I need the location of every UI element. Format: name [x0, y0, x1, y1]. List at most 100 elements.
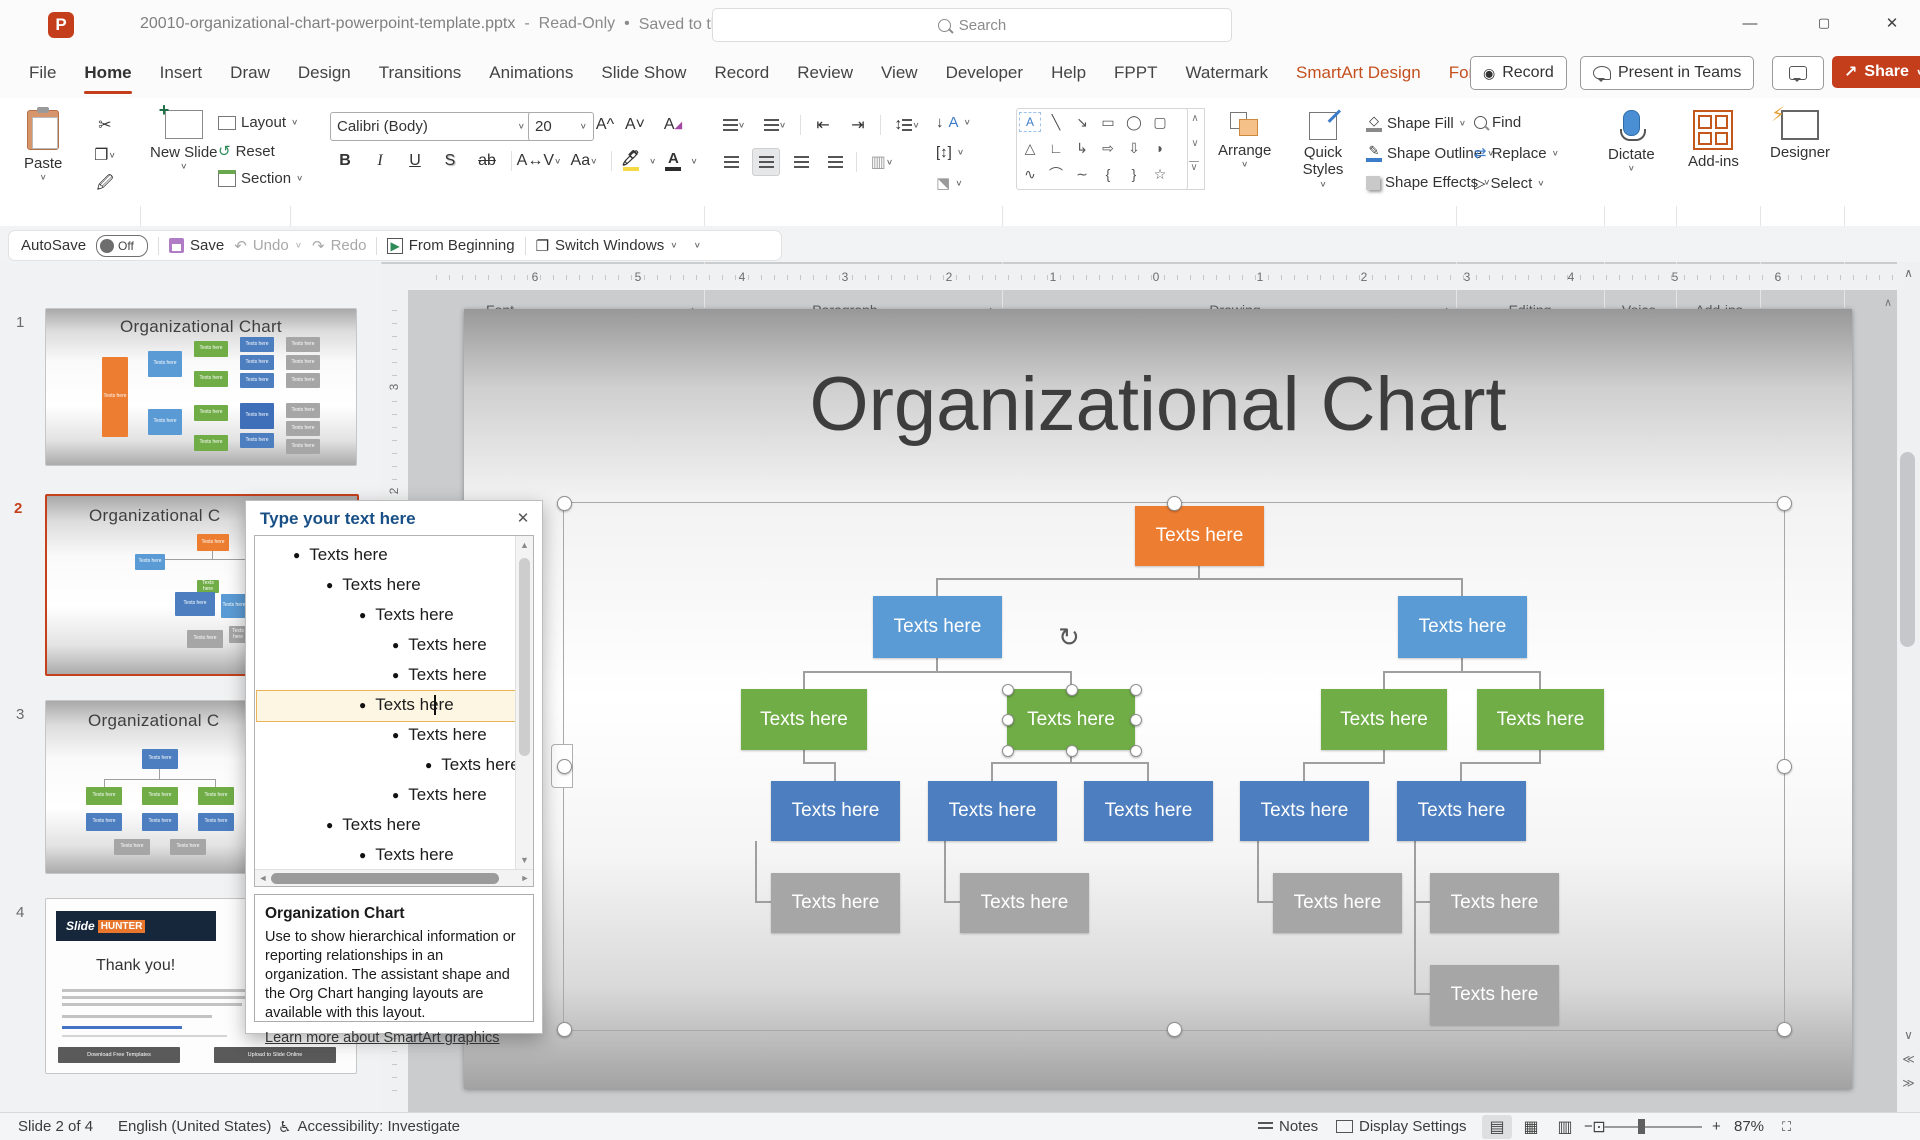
from-beginning-button[interactable]: ▶From Beginning	[387, 237, 514, 254]
org-node-l4-1[interactable]: Texts here	[771, 781, 900, 841]
minimize-button[interactable]: —	[1726, 0, 1774, 46]
selection-handle[interactable]	[557, 496, 572, 511]
text-pane-item[interactable]: ●Texts here	[359, 600, 454, 630]
org-node-l5-4[interactable]: Texts here	[1430, 873, 1559, 933]
scroll-left-icon[interactable]: ◄	[258, 873, 268, 883]
smartart-selection-frame[interactable]	[563, 502, 1785, 1031]
share-button[interactable]: ↗ Share ∨	[1832, 56, 1920, 88]
rounded-rectangle-shape-icon[interactable]: ▢	[1147, 110, 1173, 134]
text-shadow-button[interactable]: S	[437, 148, 463, 174]
zoom-slider-thumb[interactable]	[1638, 1119, 1645, 1134]
tab-watermark[interactable]: Watermark	[1172, 48, 1281, 98]
close-button[interactable]: ✕	[1868, 0, 1916, 46]
text-pane-horizontal-scrollbar[interactable]: ◄ ►	[255, 869, 533, 886]
save-button[interactable]: Save	[169, 237, 224, 254]
zoom-out-button[interactable]: −	[1584, 1113, 1593, 1140]
text-pane-item[interactable]: ●Texts here	[392, 630, 487, 660]
align-right-button[interactable]	[788, 149, 814, 175]
shape-handle[interactable]	[1130, 745, 1142, 757]
zoom-slider-track[interactable]	[1604, 1126, 1702, 1128]
down-arrow-shape-icon[interactable]: ⇩	[1121, 136, 1147, 160]
rotate-handle-icon[interactable]: ↻	[1058, 622, 1080, 653]
cut-button[interactable]: ✂	[92, 112, 118, 138]
right-brace-shape-icon[interactable]: }	[1121, 162, 1147, 186]
scroll-down-icon[interactable]: ∨	[1897, 1028, 1920, 1042]
line-spacing-button[interactable]: ↕∨	[890, 112, 924, 138]
convert-smartart-button[interactable]: ⬔∨	[936, 174, 963, 192]
decrease-font-size-button[interactable]: A˅	[622, 112, 648, 138]
redo-button[interactable]: ↷Redo	[312, 237, 366, 255]
tab-animations[interactable]: Animations	[476, 48, 586, 98]
selection-handle[interactable]	[557, 1022, 572, 1037]
curve-shape-icon[interactable]: ∼	[1069, 162, 1095, 186]
clear-formatting-button[interactable]: A◢	[660, 112, 686, 138]
justify-button[interactable]	[822, 149, 848, 175]
text-pane-item[interactable]: ●Texts here	[392, 720, 487, 750]
replace-button[interactable]: ⇄ Replace∨	[1474, 144, 1559, 162]
callout-shape-icon[interactable]: ◗	[1147, 136, 1173, 160]
scrollbar-thumb[interactable]	[1900, 452, 1915, 647]
strikethrough-button[interactable]: ab	[472, 148, 502, 174]
font-size-select[interactable]: 20∨	[528, 112, 594, 141]
selection-handle[interactable]	[1777, 1022, 1792, 1037]
org-node-l2-right[interactable]: Texts here	[1398, 596, 1527, 658]
left-brace-shape-icon[interactable]: {	[1095, 162, 1121, 186]
record-button[interactable]: ◉ Record	[1470, 56, 1567, 90]
layout-button[interactable]: Layout∨	[218, 114, 298, 131]
font-name-select[interactable]: Calibri (Body)∨	[330, 112, 532, 141]
text-pane-close-icon[interactable]: ✕	[510, 506, 536, 530]
tab-design[interactable]: Design	[285, 48, 364, 98]
org-node-l3-2-selected[interactable]: Texts here	[1007, 689, 1135, 750]
shapes-gallery-scroll[interactable]: ∧∨∨	[1186, 108, 1205, 190]
language-status[interactable]: English (United States)	[118, 1113, 271, 1140]
org-node-l5-1[interactable]: Texts here	[771, 873, 900, 933]
text-pane-vertical-scrollbar[interactable]: ▲ ▼	[515, 536, 533, 869]
dictate-button[interactable]: Dictate ∨	[1608, 110, 1655, 175]
find-button[interactable]: Find	[1474, 114, 1521, 131]
align-text-button[interactable]: [↕]∨	[936, 144, 964, 161]
section-button[interactable]: Section∨	[218, 170, 303, 187]
shape-handle[interactable]	[1002, 684, 1014, 696]
vertical-scrollbar[interactable]: ∧ ∨ ≪ ≫	[1897, 262, 1920, 1112]
tab-slide-show[interactable]: Slide Show	[588, 48, 699, 98]
accessibility-status[interactable]: ♿ Accessibility: Investigate	[278, 1113, 460, 1140]
tab-insert[interactable]: Insert	[147, 48, 216, 98]
increase-font-size-button[interactable]: A^	[592, 112, 618, 138]
text-pane-item[interactable]: ●Texts here	[326, 810, 421, 840]
addins-button[interactable]: Add-ins	[1688, 110, 1739, 170]
scroll-down-icon[interactable]: ▼	[516, 855, 533, 865]
decrease-indent-button[interactable]: ⇤	[810, 112, 836, 138]
org-node-l5-2[interactable]: Texts here	[960, 873, 1089, 933]
previous-slide-icon[interactable]: ≪	[1897, 1052, 1920, 1066]
org-node-l4-5[interactable]: Texts here	[1397, 781, 1526, 841]
tab-smartart-design[interactable]: SmartArt Design	[1283, 48, 1434, 98]
selection-handle[interactable]	[1777, 496, 1792, 511]
org-node-l3-4[interactable]: Texts here	[1477, 689, 1604, 750]
slide-counter[interactable]: Slide 2 of 4	[18, 1113, 93, 1140]
scroll-up-icon[interactable]: ▲	[516, 540, 533, 550]
numbering-button[interactable]: ∨	[759, 112, 791, 138]
shape-effects-button[interactable]: Shape Effects∨	[1366, 174, 1490, 191]
text-pane-item[interactable]: ●Texts here	[392, 780, 487, 810]
zoom-level[interactable]: 87%	[1734, 1113, 1764, 1140]
align-left-button[interactable]	[718, 149, 744, 175]
scrollbar-thumb[interactable]	[519, 558, 530, 756]
qat-overflow-icon[interactable]: ∨	[694, 241, 701, 250]
font-color-button[interactable]: A	[665, 151, 681, 171]
tab-draw[interactable]: Draw	[217, 48, 283, 98]
display-settings-button[interactable]: Display Settings	[1336, 1113, 1467, 1140]
rectangle-shape-icon[interactable]: ▭	[1095, 110, 1121, 134]
change-case-button[interactable]: Aa∨	[566, 148, 602, 174]
arrange-button[interactable]: Arrange ∨	[1218, 112, 1271, 171]
tab-help[interactable]: Help	[1038, 48, 1099, 98]
slide-title[interactable]: Organizational Chart	[464, 361, 1852, 448]
text-pane-list[interactable]: ●Texts here ●Texts here ●Texts here ●Tex…	[254, 535, 534, 887]
highlight-color-button[interactable]: 🖊	[621, 151, 640, 171]
triangle-shape-icon[interactable]: △	[1017, 136, 1043, 160]
tab-record[interactable]: Record	[701, 48, 782, 98]
align-center-button[interactable]	[752, 148, 780, 176]
star-shape-icon[interactable]: ☆	[1147, 162, 1173, 186]
bullets-button[interactable]: ∨	[718, 112, 750, 138]
increase-indent-button[interactable]: ⇥	[845, 112, 871, 138]
textbox-shape-icon[interactable]: A	[1019, 112, 1041, 132]
